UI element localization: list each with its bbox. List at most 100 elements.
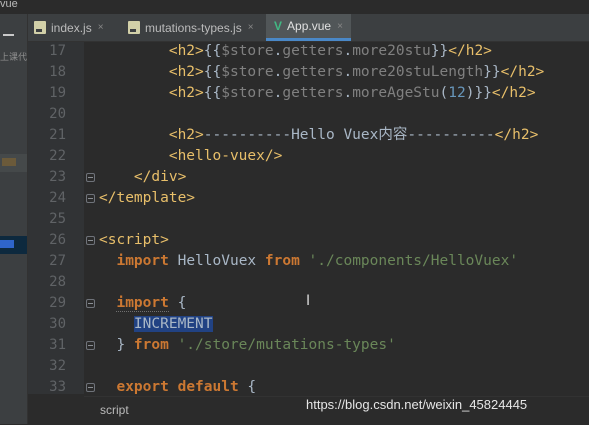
code-token: .: [343, 85, 353, 101]
tab-app-vue[interactable]: V App.vue ×: [266, 14, 351, 41]
fold-marker-icon[interactable]: [86, 299, 95, 308]
code-token: {: [168, 295, 187, 311]
code-token: import: [116, 253, 169, 269]
fold-marker-icon[interactable]: [86, 236, 95, 245]
line-number: 24: [49, 190, 66, 206]
tab-mutations-types-js[interactable]: mutations-types.js ×: [128, 14, 254, 41]
code-token: </template>: [99, 190, 196, 206]
code-token: {: [238, 379, 257, 395]
code-token: </h2>: [491, 85, 536, 101]
fold-marker-icon[interactable]: [86, 383, 95, 392]
code-token: .: [343, 43, 353, 59]
code-line[interactable]: <h2>----------Hello Vuex内容----------</h2…: [99, 125, 538, 146]
code-token: <h2>: [168, 64, 204, 80]
collapse-icon[interactable]: [3, 34, 14, 36]
close-icon[interactable]: ×: [337, 21, 343, 32]
line-number: 30: [49, 316, 66, 332]
code-token: HelloVuex: [168, 253, 265, 269]
project-panel[interactable]: 上课代: [0, 14, 28, 424]
project-panel-text: 上课代: [0, 52, 28, 62]
code-token: <script>: [99, 232, 169, 248]
js-file-icon: [34, 21, 46, 34]
code-line[interactable]: <h2>{{$store.getters.more20stuLength}}</…: [99, 62, 544, 83]
code-line[interactable]: </template>: [99, 188, 195, 209]
code-token: export: [116, 379, 169, 395]
code-token: more20stuLength: [352, 64, 484, 80]
window-corner-label: vue: [0, 0, 18, 10]
code-token: <h2>: [168, 43, 204, 59]
close-icon[interactable]: ×: [248, 22, 254, 33]
code-line[interactable]: import {: [99, 293, 186, 314]
code-token: default: [177, 379, 239, 395]
line-number: 19: [49, 85, 66, 101]
code-token: }}: [483, 64, 501, 80]
code-token: {{: [203, 85, 222, 101]
code-token: from: [264, 253, 300, 269]
tab-label: mutations-types.js: [145, 20, 242, 35]
code-line[interactable]: <h2>{{$store.getters.moreAgeStu(12)}}</h…: [99, 83, 536, 104]
code-line[interactable]: <h2>{{$store.getters.more20stu}}</h2>: [99, 41, 492, 62]
line-number: 17: [49, 43, 66, 59]
code-token: from: [133, 337, 169, 353]
code-token: more20stu: [352, 43, 431, 59]
code-token: moreAgeStu: [352, 85, 440, 101]
code-token: }}: [430, 43, 449, 59]
line-number: 32: [49, 358, 66, 374]
breadcrumb-item[interactable]: script: [100, 403, 129, 417]
code-token: 12: [448, 85, 466, 101]
code-token: import: [116, 295, 169, 312]
text-cursor-icon: I: [306, 293, 311, 309]
code-token: ----------Hello Vuex内容----------: [203, 127, 495, 143]
fold-marker-icon[interactable]: [86, 173, 95, 182]
code-token: getters: [282, 85, 344, 101]
folder-icon: [2, 158, 16, 166]
line-number: 22: [49, 148, 66, 164]
code-token: </h2>: [500, 64, 545, 80]
watermark-text: https://blog.csdn.net/weixin_45824445: [306, 397, 528, 412]
code-token: getters: [282, 43, 344, 59]
window-title-strip: vue: [0, 0, 589, 14]
editor-tab-bar: index.js × mutations-types.js × V App.vu…: [28, 14, 589, 42]
code-line[interactable]: } from './store/mutations-types': [99, 335, 396, 356]
fold-marker-icon[interactable]: [86, 341, 95, 350]
line-number: 29: [49, 295, 66, 311]
tab-index-js[interactable]: index.js ×: [34, 14, 104, 41]
code-token: $store: [221, 43, 274, 59]
line-number: 20: [49, 106, 66, 122]
close-icon[interactable]: ×: [98, 22, 104, 33]
code-token: './components/HelloVuex': [308, 253, 519, 269]
line-number: 33: [49, 379, 66, 395]
code-token: INCREMENT: [133, 316, 213, 332]
file-icon: [0, 240, 14, 248]
code-token: </h2>: [494, 127, 539, 143]
code-line[interactable]: </div>: [99, 167, 186, 188]
code-line[interactable]: <hello-vuex/>: [99, 146, 283, 167]
vue-file-icon: V: [274, 19, 283, 33]
line-number: 27: [49, 253, 66, 269]
code-token: )}}: [465, 85, 492, 101]
tab-label: App.vue: [287, 19, 332, 33]
line-number: 31: [49, 337, 66, 353]
code-token: <h2>: [168, 127, 204, 143]
code-line[interactable]: <script>: [99, 230, 169, 251]
code-token: $store: [221, 64, 274, 80]
line-number: 23: [49, 169, 66, 185]
code-line[interactable]: import HelloVuex from './components/Hell…: [99, 251, 518, 272]
code-line[interactable]: INCREMENT: [99, 314, 213, 335]
code-line[interactable]: export default {: [99, 377, 256, 398]
fold-marker-icon[interactable]: [86, 194, 95, 203]
code-token: {{: [203, 64, 222, 80]
line-number: 26: [49, 232, 66, 248]
code-token: }: [99, 337, 134, 353]
code-token: './store/mutations-types': [177, 337, 396, 353]
code-token: </div>: [133, 169, 187, 185]
